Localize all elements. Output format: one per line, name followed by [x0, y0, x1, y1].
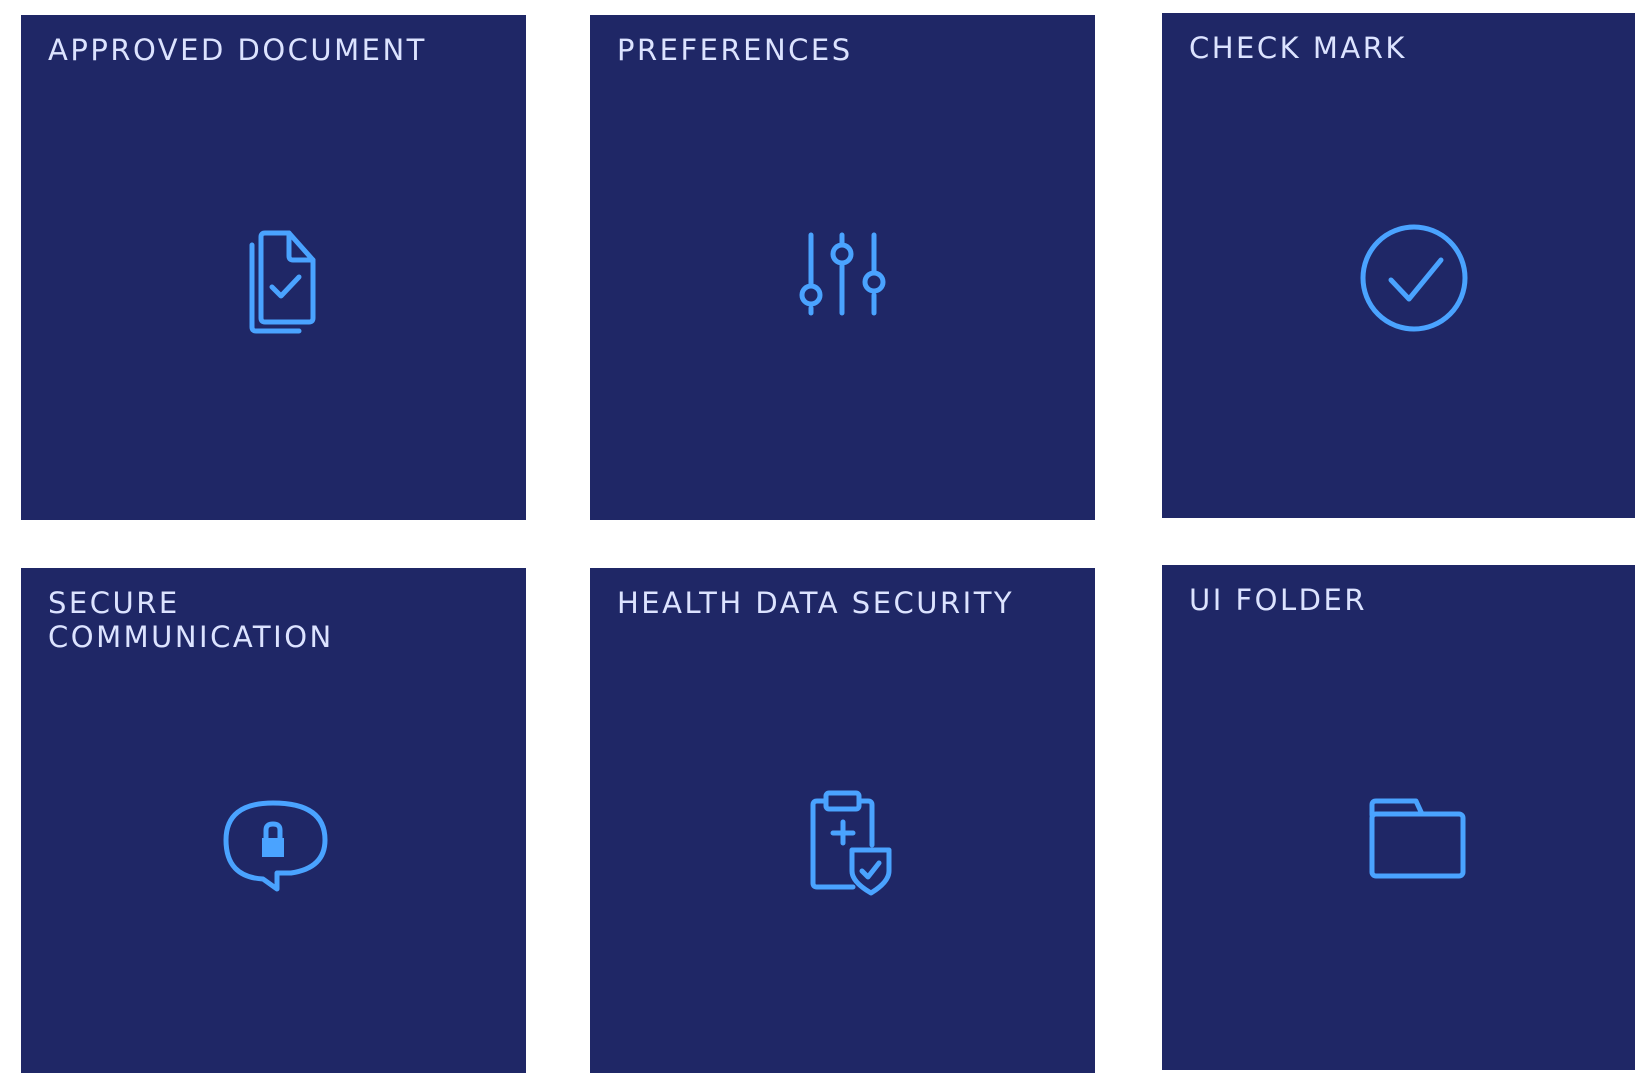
tile-preferences[interactable]: PREFERENCES	[590, 15, 1095, 520]
tile-title: HEALTH DATA SECURITY	[617, 586, 1015, 620]
tile-check-mark[interactable]: CHECK MARK	[1162, 13, 1635, 518]
sliders-icon	[762, 200, 922, 360]
tile-title: APPROVED DOCUMENT	[48, 33, 427, 67]
folder-icon	[1334, 750, 1494, 910]
check-circle-icon	[1334, 198, 1494, 358]
tile-approved-document[interactable]: APPROVED DOCUMENT	[21, 15, 526, 520]
tile-title: SECURE COMMUNICATION	[48, 586, 334, 654]
clipboard-shield-icon	[762, 753, 922, 913]
tile-title: UI FOLDER	[1189, 583, 1367, 617]
lock-chat-bubble-icon	[193, 753, 353, 913]
approved-document-icon	[193, 200, 353, 360]
tile-title: CHECK MARK	[1189, 31, 1407, 65]
tile-health-data-security[interactable]: HEALTH DATA SECURITY	[590, 568, 1095, 1073]
tile-title: PREFERENCES	[617, 33, 853, 67]
tile-secure-communication[interactable]: SECURE COMMUNICATION	[21, 568, 526, 1073]
tile-ui-folder[interactable]: UI FOLDER	[1162, 565, 1635, 1070]
